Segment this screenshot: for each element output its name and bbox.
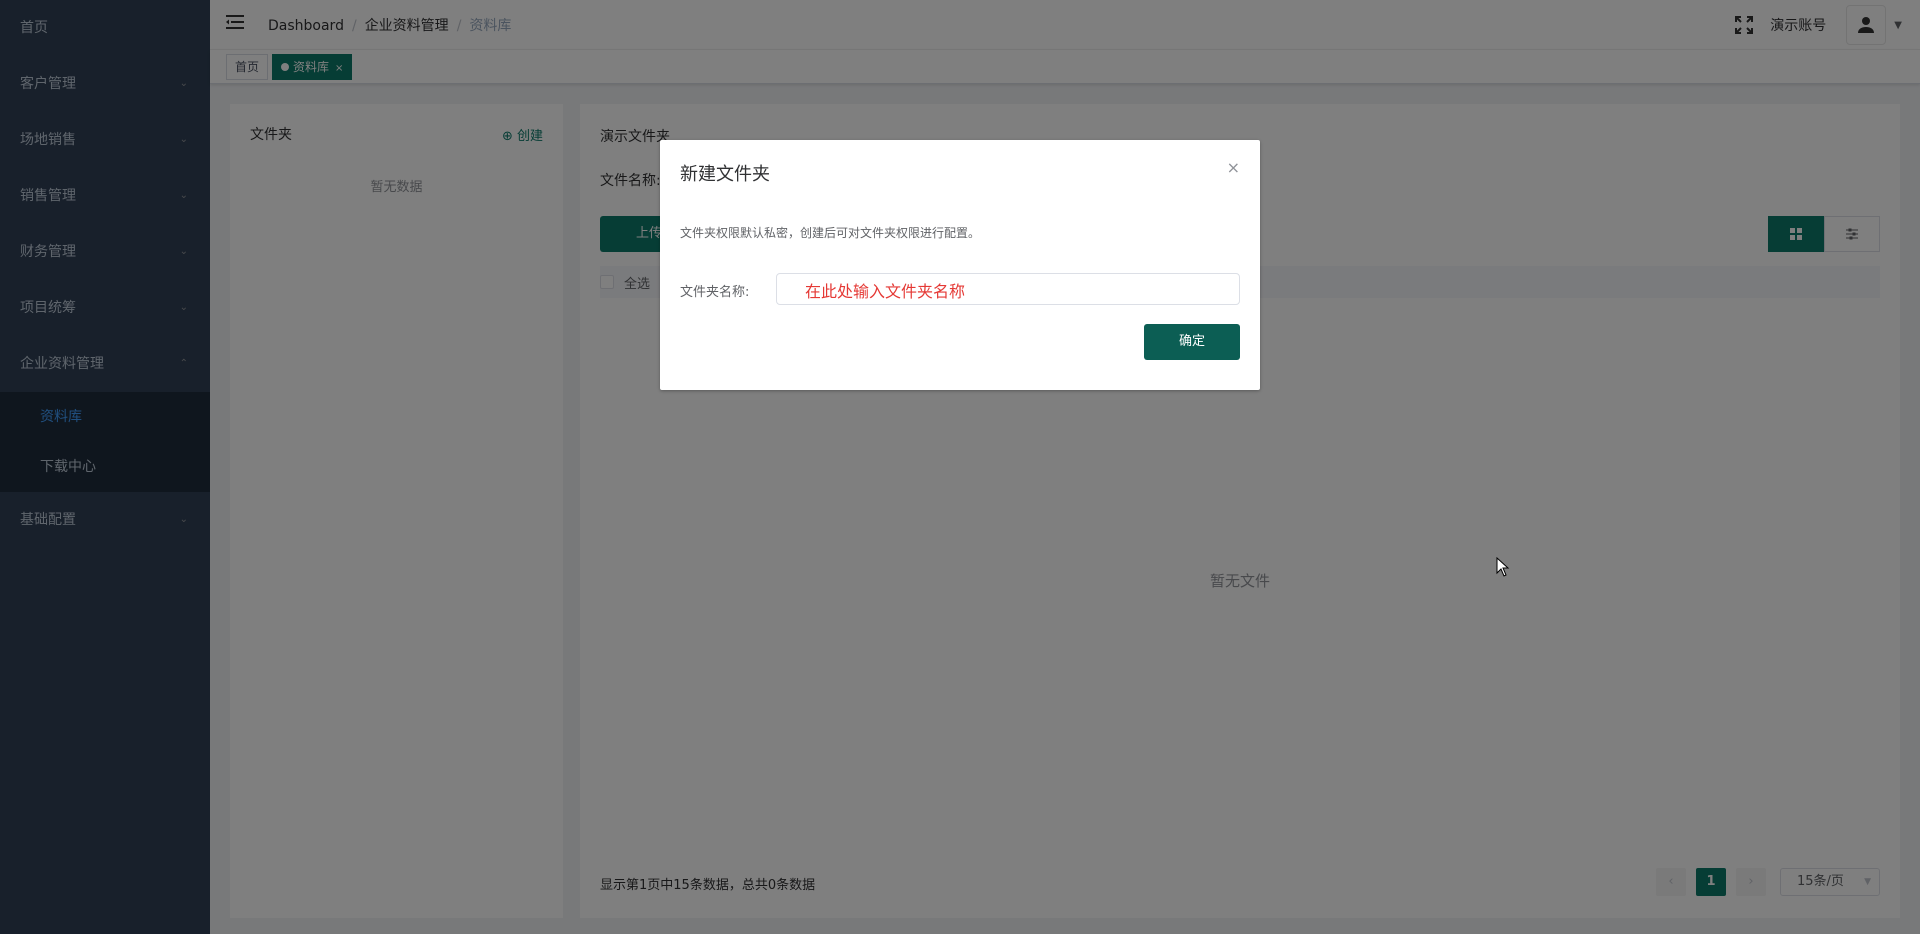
- folder-name-label: 文件夹名称:: [680, 285, 750, 300]
- folder-name-input[interactable]: 在此处输入文件夹名称: [776, 273, 1240, 305]
- confirm-button[interactable]: 确定: [1144, 324, 1240, 360]
- dialog-title: 新建文件夹: [680, 164, 770, 185]
- new-folder-dialog: 新建文件夹 × 文件夹权限默认私密，创建后可对文件夹权限进行配置。 文件夹名称:…: [660, 140, 1260, 390]
- close-icon[interactable]: ×: [1227, 158, 1240, 177]
- mouse-cursor-icon: [1496, 557, 1510, 577]
- dialog-description: 文件夹权限默认私密，创建后可对文件夹权限进行配置。: [680, 226, 981, 240]
